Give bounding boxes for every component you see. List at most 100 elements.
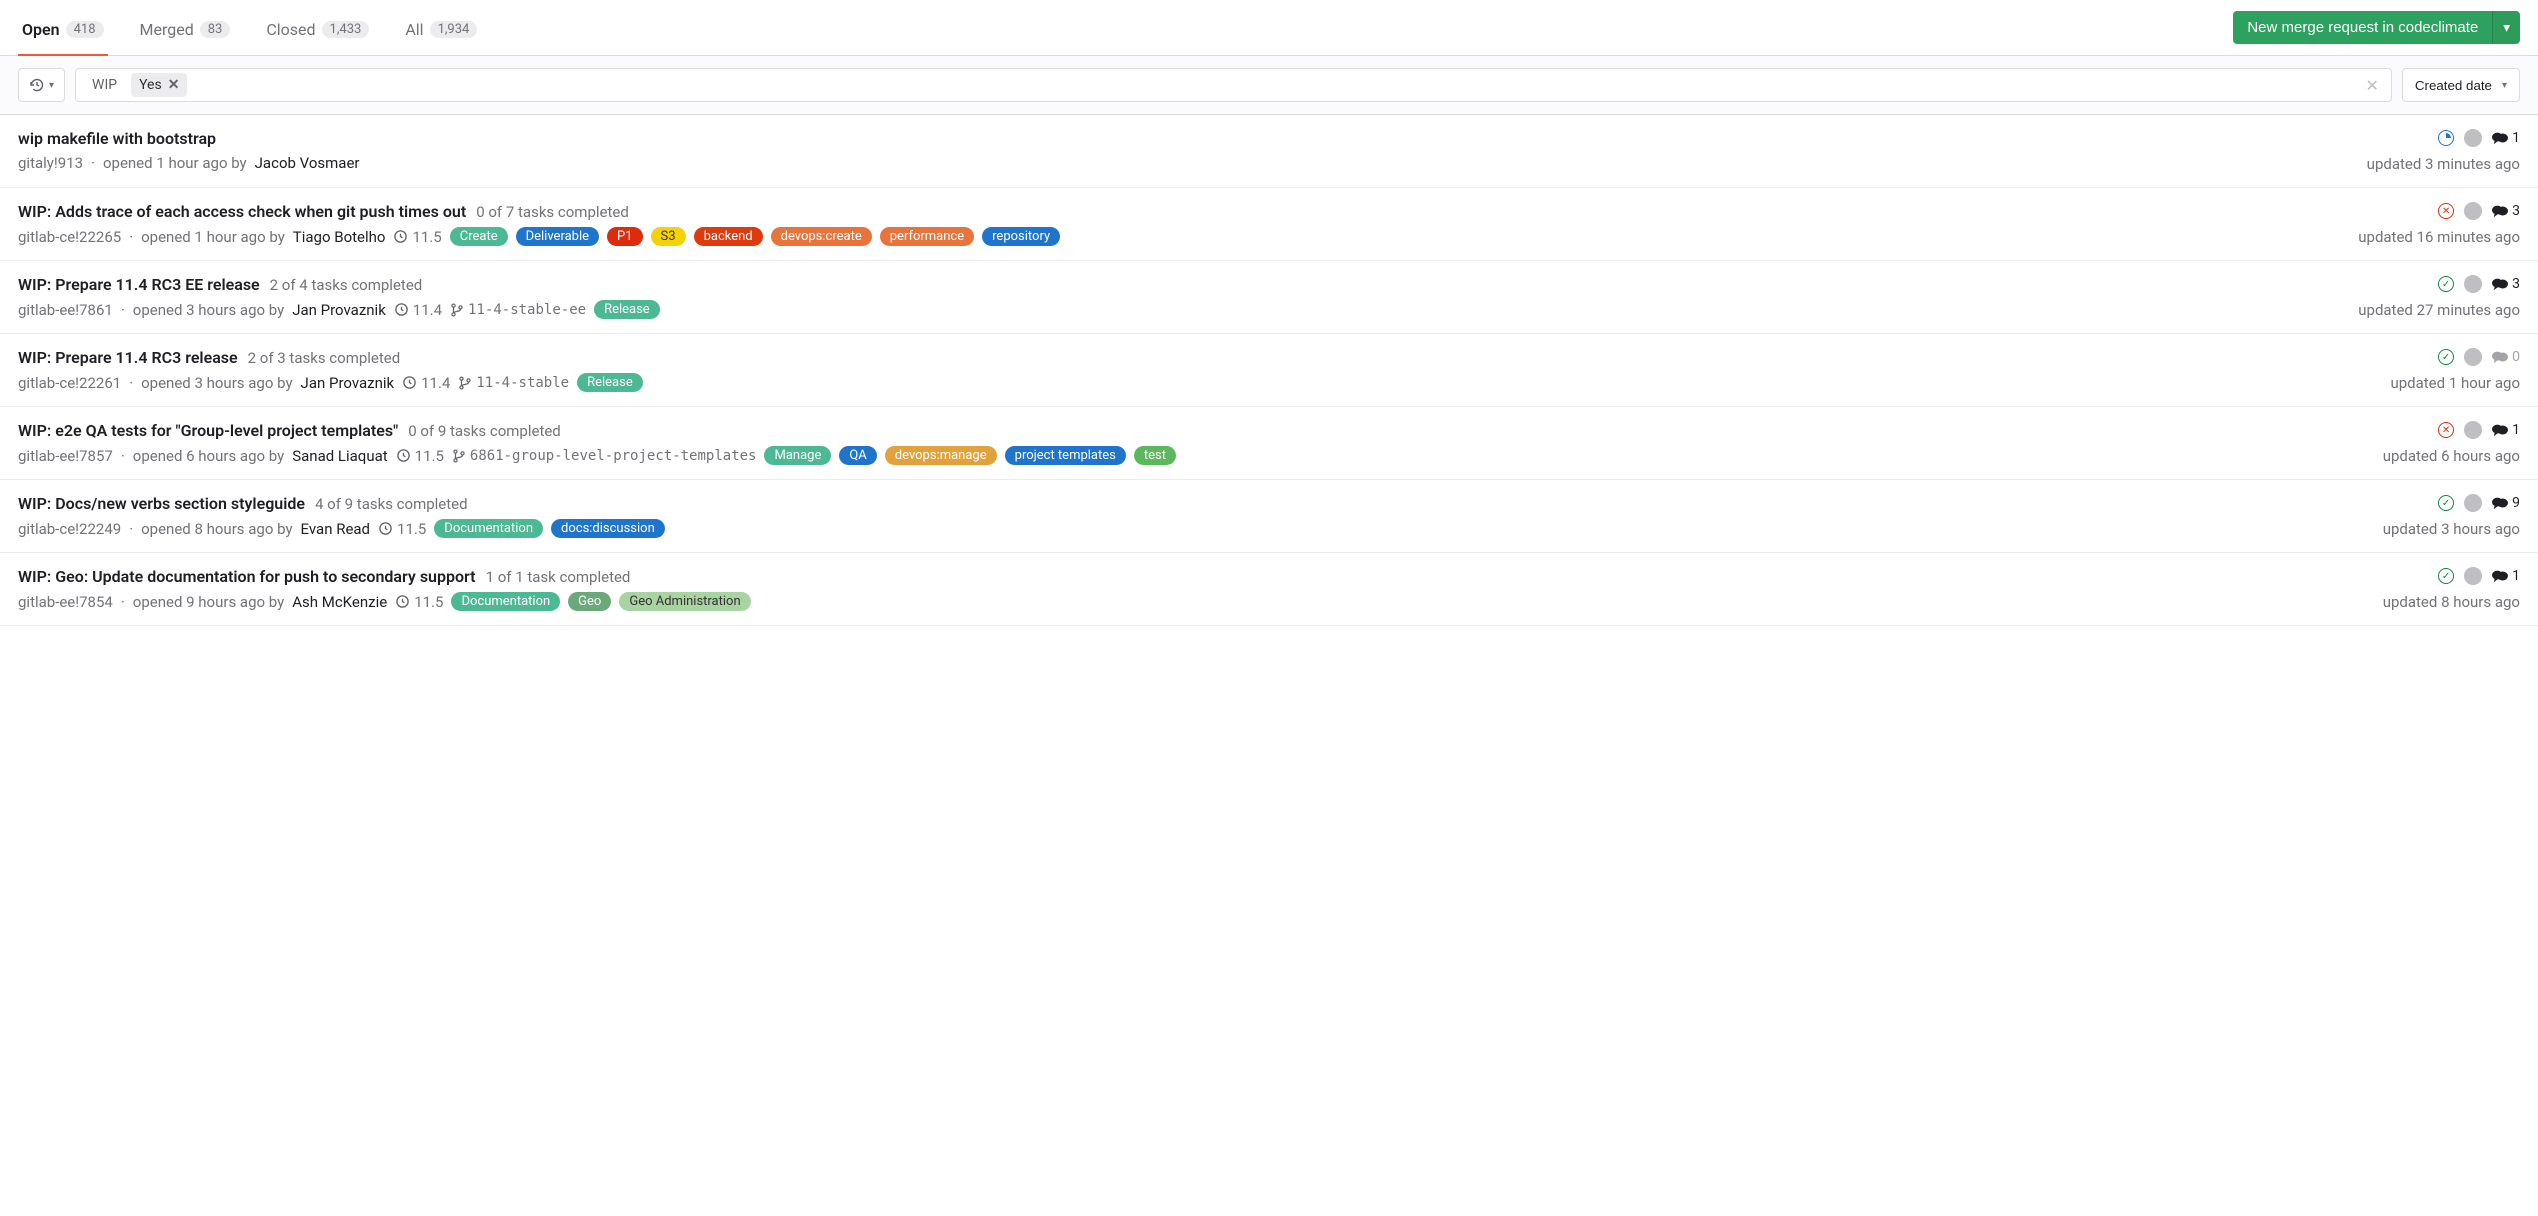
- filter-search[interactable]: WIP Yes ✕ ✕: [75, 68, 2392, 102]
- merge-request-title[interactable]: WIP: Prepare 11.4 RC3 release: [18, 348, 238, 367]
- milestone-label: 11.5: [397, 520, 426, 538]
- pipeline-failed-icon[interactable]: ✕: [2438, 203, 2454, 219]
- comments-icon: [2492, 350, 2508, 364]
- tab-open[interactable]: Open 418: [18, 10, 108, 55]
- comments-icon: [2492, 496, 2508, 510]
- merge-request-ref[interactable]: gitlab-ce!22261: [18, 374, 121, 392]
- comments-count[interactable]: 3: [2492, 203, 2520, 219]
- new-merge-request-dropdown[interactable]: ▾: [2492, 11, 2520, 44]
- author-link[interactable]: Tiago Botelho: [293, 228, 386, 246]
- pipeline-passed-icon[interactable]: ✓: [2438, 495, 2454, 511]
- label-pill[interactable]: Geo Administration: [619, 592, 750, 611]
- comments-count[interactable]: 1: [2492, 568, 2520, 584]
- assignee-avatar[interactable]: [2464, 129, 2482, 147]
- merge-request-ref[interactable]: gitlab-ee!7854: [18, 593, 113, 611]
- comments-icon: [2492, 131, 2508, 145]
- comments-count[interactable]: 3: [2492, 276, 2520, 292]
- updated-text: updated 1 hour ago: [2390, 374, 2520, 392]
- label-pill[interactable]: S3: [651, 227, 686, 246]
- merge-request-title[interactable]: WIP: Geo: Update documentation for push …: [18, 567, 476, 586]
- label-pill[interactable]: Release: [577, 373, 643, 392]
- sub-line: gitlab-ce!22249·opened 8 hours ago byEva…: [18, 519, 2300, 538]
- merge-request-ref[interactable]: gitlab-ce!22265: [18, 228, 121, 246]
- label-pill[interactable]: devops:manage: [885, 446, 997, 465]
- label-pill[interactable]: Geo: [568, 592, 611, 611]
- author-link[interactable]: Jacob Vosmaer: [255, 154, 360, 172]
- tab-merged[interactable]: Merged 83: [136, 10, 235, 55]
- comments-icon: [2492, 423, 2508, 437]
- assignee-avatar[interactable]: [2464, 421, 2482, 439]
- clear-search-icon[interactable]: ✕: [2362, 76, 2383, 95]
- merge-request-title[interactable]: WIP: e2e QA tests for "Group-level proje…: [18, 421, 398, 440]
- assignee-avatar[interactable]: [2464, 348, 2482, 366]
- chevron-down-icon: ▾: [49, 80, 54, 91]
- row-main: WIP: e2e QA tests for "Group-level proje…: [18, 421, 2300, 465]
- milestone[interactable]: 11.5: [396, 447, 444, 465]
- author-link[interactable]: Ash McKenzie: [292, 593, 387, 611]
- label-pill[interactable]: backend: [694, 227, 763, 246]
- merge-request-title[interactable]: WIP: Adds trace of each access check whe…: [18, 202, 466, 221]
- milestone[interactable]: 11.5: [378, 520, 426, 538]
- remove-token-icon[interactable]: ✕: [168, 77, 180, 93]
- branch[interactable]: 6861-group-level-project-templates: [452, 448, 757, 464]
- tab-all[interactable]: All 1,934: [401, 10, 481, 55]
- branch[interactable]: 11-4-stable-ee: [450, 302, 586, 318]
- label-pill[interactable]: Create: [450, 227, 508, 246]
- label-pill[interactable]: Documentation: [451, 592, 560, 611]
- row-main: WIP: Prepare 11.4 RC3 release2 of 3 task…: [18, 348, 2300, 392]
- milestone[interactable]: 11.4: [402, 374, 450, 392]
- pipeline-passed-icon[interactable]: ✓: [2438, 349, 2454, 365]
- pipeline-passed-icon[interactable]: ✓: [2438, 276, 2454, 292]
- author-link[interactable]: Sanad Liaquat: [292, 447, 387, 465]
- author-link[interactable]: Jan Provaznik: [292, 301, 386, 319]
- label-pill[interactable]: Documentation: [434, 519, 543, 538]
- merge-request-title[interactable]: WIP: Prepare 11.4 RC3 EE release: [18, 275, 260, 294]
- dot-sep: ·: [121, 593, 125, 611]
- pipeline-passed-icon[interactable]: ✓: [2438, 568, 2454, 584]
- merge-request-title[interactable]: wip makefile with bootstrap: [18, 129, 216, 148]
- clock-icon: [395, 594, 410, 609]
- author-link[interactable]: Jan Provaznik: [301, 374, 395, 392]
- updated-text: updated 8 hours ago: [2383, 593, 2520, 611]
- label-pill[interactable]: QA: [839, 446, 876, 465]
- comments-count[interactable]: 9: [2492, 495, 2520, 511]
- branch[interactable]: 11-4-stable: [458, 375, 569, 391]
- author-link[interactable]: Evan Read: [301, 520, 370, 538]
- search-history-button[interactable]: ▾: [18, 68, 65, 102]
- merge-request-ref[interactable]: gitlab-ce!22249: [18, 520, 121, 538]
- opened-text: opened 6 hours ago by: [133, 447, 284, 465]
- label-pill[interactable]: repository: [982, 227, 1060, 246]
- label-pill[interactable]: Deliverable: [516, 227, 599, 246]
- merge-request-title[interactable]: WIP: Docs/new verbs section styleguide: [18, 494, 305, 513]
- pipeline-failed-icon[interactable]: ✕: [2438, 422, 2454, 438]
- label-pill[interactable]: Release: [594, 300, 660, 319]
- assignee-avatar[interactable]: [2464, 494, 2482, 512]
- assignee-avatar[interactable]: [2464, 275, 2482, 293]
- label-pill[interactable]: docs:discussion: [551, 519, 665, 538]
- merge-request-ref[interactable]: gitaly!913: [18, 154, 83, 172]
- tab-closed[interactable]: Closed 1,433: [262, 10, 373, 55]
- comments-count[interactable]: 1: [2492, 130, 2520, 146]
- sort-dropdown[interactable]: Created date ▾: [2402, 68, 2520, 102]
- milestone[interactable]: 11.5: [393, 228, 441, 246]
- assignee-avatar[interactable]: [2464, 567, 2482, 585]
- assignee-avatar[interactable]: [2464, 202, 2482, 220]
- tabs: Open 418 Merged 83 Closed 1,433 All 1,93…: [18, 10, 2233, 55]
- label-pill[interactable]: P1: [607, 227, 643, 246]
- milestone[interactable]: 11.5: [395, 593, 443, 611]
- label-pill[interactable]: performance: [880, 227, 974, 246]
- pipeline-running-icon[interactable]: [2438, 130, 2454, 146]
- milestone[interactable]: 11.4: [394, 301, 442, 319]
- merge-request-list: wip makefile with bootstrap gitaly!913 · op…: [0, 115, 2538, 626]
- label-pill[interactable]: project templates: [1005, 446, 1126, 465]
- label-pill[interactable]: Manage: [764, 446, 831, 465]
- merge-request-ref[interactable]: gitlab-ee!7857: [18, 447, 113, 465]
- comments-count[interactable]: 0: [2492, 349, 2520, 365]
- merge-request-ref[interactable]: gitlab-ee!7861: [18, 301, 113, 319]
- tabs-bar: Open 418 Merged 83 Closed 1,433 All 1,93…: [0, 0, 2538, 56]
- sort-label: Created date: [2415, 78, 2492, 93]
- label-pill[interactable]: test: [1134, 446, 1176, 465]
- label-pill[interactable]: devops:create: [771, 227, 872, 246]
- new-merge-request-button[interactable]: New merge request in codeclimate: [2233, 11, 2492, 44]
- comments-count[interactable]: 1: [2492, 422, 2520, 438]
